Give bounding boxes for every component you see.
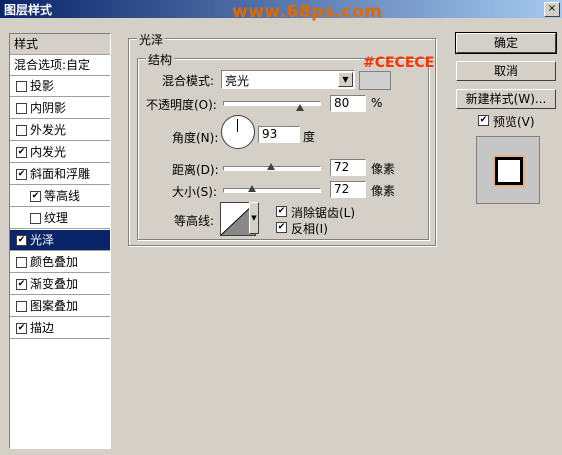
style-item-label: 等高线 xyxy=(44,189,81,203)
style-item-9[interactable]: ✔ 渐变叠加 xyxy=(10,274,110,295)
blend-options-item[interactable]: 混合选项:自定 xyxy=(10,55,110,76)
distance-unit: 像素 xyxy=(371,162,396,176)
size-unit: 像素 xyxy=(371,184,396,198)
layer-style-dialog: 图层样式 www.68ps.com × 样式 混合选项:自定 投影 内阴影 外发光 ✔… xyxy=(0,0,562,455)
styles-header[interactable]: 样式 xyxy=(10,34,110,55)
style-item-label: 内发光 xyxy=(30,145,67,159)
style-item-checkbox[interactable]: ✔ xyxy=(30,191,41,202)
chevron-down-icon: ▼ xyxy=(251,214,257,222)
style-preview-thumbnail xyxy=(476,136,540,204)
invert-checkbox[interactable]: ✔ xyxy=(276,222,287,233)
size-slider[interactable] xyxy=(223,188,321,193)
style-item-7[interactable]: ✔ 光泽 xyxy=(10,230,110,251)
invert-label: 反相(I) xyxy=(291,222,328,236)
style-item-label: 描边 xyxy=(30,321,55,335)
angle-unit: 度 xyxy=(303,130,316,144)
opacity-unit: % xyxy=(371,96,383,110)
style-item-checkbox[interactable]: ✔ xyxy=(16,235,27,246)
cancel-button[interactable]: 取消 xyxy=(456,61,556,81)
preview-sample xyxy=(493,155,525,187)
style-item-0[interactable]: 投影 xyxy=(10,76,110,97)
style-item-10[interactable]: 图案叠加 xyxy=(10,296,110,317)
close-button[interactable]: × xyxy=(544,2,560,17)
chevron-down-icon: ▼ xyxy=(338,72,353,87)
preview-checkbox[interactable]: ✔ xyxy=(478,115,489,126)
style-item-checkbox[interactable] xyxy=(16,125,27,136)
style-item-checkbox[interactable]: ✔ xyxy=(16,169,27,180)
style-item-2[interactable]: 外发光 xyxy=(10,120,110,141)
distance-input[interactable]: 72 xyxy=(330,159,366,176)
blend-mode-select[interactable]: 亮光 ▼ xyxy=(221,70,355,89)
size-label: 大小(S): xyxy=(172,185,218,199)
watermark-text: www.68ps.com xyxy=(232,2,383,22)
style-item-label: 外发光 xyxy=(30,123,67,137)
size-slider-thumb[interactable] xyxy=(247,185,256,192)
style-item-4[interactable]: ✔ 斜面和浮雕 xyxy=(10,164,110,185)
opacity-label: 不透明度(O): xyxy=(146,98,217,112)
blend-mode-label: 混合模式: xyxy=(162,74,215,88)
opacity-slider[interactable] xyxy=(223,101,321,106)
contour-label: 等高线: xyxy=(174,214,215,228)
style-item-checkbox[interactable]: ✔ xyxy=(16,323,27,334)
style-item-3[interactable]: ✔ 内发光 xyxy=(10,142,110,163)
style-item-label: 图案叠加 xyxy=(30,299,79,313)
style-item-label: 光泽 xyxy=(30,233,55,247)
style-item-checkbox[interactable]: ✔ xyxy=(16,147,27,158)
satin-group-title: 光泽 xyxy=(137,31,166,48)
angle-label: 角度(N): xyxy=(172,131,219,145)
close-icon: × xyxy=(547,3,557,14)
distance-slider-thumb[interactable] xyxy=(267,163,275,170)
style-item-checkbox[interactable] xyxy=(30,213,41,224)
style-item-checkbox[interactable] xyxy=(16,81,27,92)
antialias-checkbox[interactable]: ✔ xyxy=(276,206,287,217)
style-item-label: 斜面和浮雕 xyxy=(30,167,91,181)
style-item-checkbox[interactable] xyxy=(16,103,27,114)
angle-dial-hand xyxy=(237,119,238,132)
ok-button[interactable]: 确定 xyxy=(455,32,557,54)
size-input[interactable]: 72 xyxy=(330,181,366,198)
style-item-label: 投影 xyxy=(30,79,55,93)
style-item-label: 渐变叠加 xyxy=(30,277,79,291)
style-item-5[interactable]: ✔ 等高线 xyxy=(10,186,110,207)
style-item-6[interactable]: 纹理 xyxy=(10,208,110,229)
opacity-slider-thumb[interactable] xyxy=(295,104,304,111)
antialias-label: 消除锯齿(L) xyxy=(291,206,356,220)
style-item-label: 内阴影 xyxy=(30,101,67,115)
contour-dropdown-arrow[interactable]: ▼ xyxy=(249,202,259,234)
style-item-checkbox[interactable] xyxy=(16,257,27,268)
title-bar: 图层样式 www.68ps.com × xyxy=(0,0,562,22)
color-hex-annotation: #CECECE xyxy=(363,55,435,71)
style-item-checkbox[interactable]: ✔ xyxy=(16,279,27,290)
style-item-11[interactable]: ✔ 描边 xyxy=(10,318,110,339)
opacity-input[interactable]: 80 xyxy=(330,95,366,112)
preview-label: 预览(V) xyxy=(493,115,535,129)
angle-input[interactable]: 93 xyxy=(258,126,300,143)
distance-label: 距离(D): xyxy=(172,163,219,177)
new-style-button[interactable]: 新建样式(W)... xyxy=(456,89,556,109)
style-item-label: 颜色叠加 xyxy=(30,255,79,269)
angle-dial[interactable] xyxy=(221,115,255,149)
style-list: 样式 混合选项:自定 投影 内阴影 外发光 ✔ 内发光 ✔ 斜面和浮雕 ✔ 等高线 纹理 ✔ 光泽 颜色… xyxy=(9,33,111,449)
color-swatch[interactable] xyxy=(359,71,391,90)
structure-group-title: 结构 xyxy=(146,51,175,68)
style-item-checkbox[interactable] xyxy=(16,301,27,312)
style-item-8[interactable]: 颜色叠加 xyxy=(10,252,110,273)
window-title: 图层样式 xyxy=(4,3,53,17)
blend-mode-value: 亮光 xyxy=(225,74,250,88)
style-item-label: 纹理 xyxy=(44,211,69,225)
style-item-1[interactable]: 内阴影 xyxy=(10,98,110,119)
